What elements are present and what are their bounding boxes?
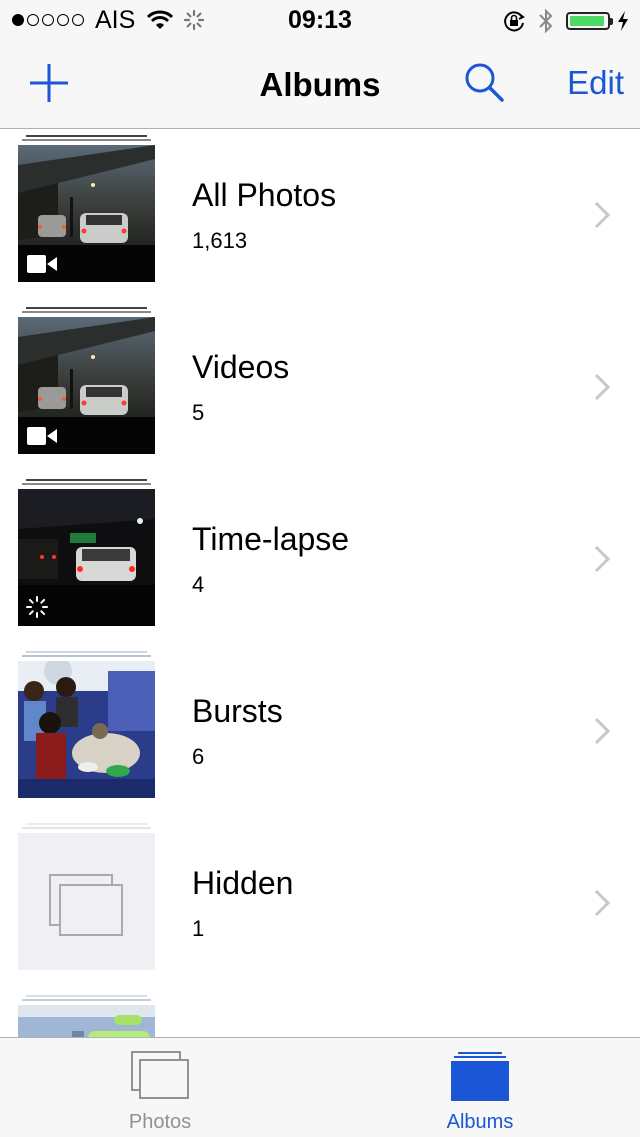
stack-edge bbox=[22, 139, 151, 141]
tab-label: Photos bbox=[128, 1111, 192, 1133]
stack-edge bbox=[22, 827, 151, 829]
time-lapse-icon bbox=[26, 596, 48, 618]
album-name: All Photos bbox=[192, 177, 337, 213]
chevron-right-icon bbox=[594, 717, 610, 745]
album-list: All Photos 1,613 Videos 5 Time-lapse 4 B… bbox=[0, 129, 640, 1037]
stack-edge bbox=[26, 307, 147, 309]
album-thumbnail-stack bbox=[18, 651, 155, 798]
album-row-bursts[interactable]: Bursts 6 bbox=[0, 645, 640, 817]
album-row-all-photos[interactable]: All Photos 1,613 bbox=[0, 129, 640, 301]
album-row-hidden[interactable]: Hidden 1 bbox=[0, 817, 640, 989]
charging-bolt-icon bbox=[618, 11, 628, 31]
album-row-time-lapse[interactable]: Time-lapse 4 bbox=[0, 473, 640, 645]
album-row-partial[interactable] bbox=[0, 989, 640, 1037]
album-count: 1,613 bbox=[192, 228, 248, 253]
chevron-right-icon bbox=[594, 545, 610, 573]
tab-albums[interactable]: Albums bbox=[320, 1038, 640, 1137]
albums-tab-icon bbox=[451, 1052, 509, 1101]
album-thumbnail-stack bbox=[18, 823, 155, 970]
battery-level bbox=[570, 16, 605, 26]
search-icon bbox=[465, 63, 504, 102]
album-thumbnail-stack bbox=[18, 995, 155, 1037]
stack-edge bbox=[26, 823, 147, 825]
stack-edge bbox=[26, 135, 147, 137]
stack-edge bbox=[22, 655, 151, 657]
album-count: 6 bbox=[192, 744, 205, 769]
stack-edge bbox=[22, 483, 151, 485]
album-name: Videos bbox=[192, 349, 290, 385]
album-name: Time-lapse bbox=[192, 521, 350, 557]
page-title: Albums bbox=[259, 66, 381, 103]
stack-edge bbox=[26, 651, 147, 653]
tab-bar: Photos Albums bbox=[0, 1037, 640, 1137]
video-camera-icon bbox=[27, 427, 57, 445]
edit-button[interactable]: Edit bbox=[567, 64, 624, 102]
album-thumbnail-stack bbox=[18, 479, 155, 626]
stack-edge bbox=[22, 311, 151, 313]
album-row-videos[interactable]: Videos 5 bbox=[0, 301, 640, 473]
rotation-lock-icon bbox=[504, 11, 525, 32]
stack-edge bbox=[26, 479, 147, 481]
album-count: 5 bbox=[192, 400, 205, 425]
video-camera-icon bbox=[27, 255, 57, 273]
chevron-right-icon bbox=[594, 201, 610, 229]
navigation-bar: Albums Edit bbox=[0, 40, 640, 129]
stack-edge bbox=[26, 995, 147, 997]
battery-tip bbox=[610, 18, 613, 25]
chevron-right-icon bbox=[594, 373, 610, 401]
album-name: Hidden bbox=[192, 865, 294, 901]
photos-tab-icon bbox=[131, 1051, 189, 1099]
album-thumbnail bbox=[18, 661, 155, 798]
status-right bbox=[502, 7, 630, 35]
chevron-right-icon bbox=[594, 889, 610, 917]
album-thumbnail-stack bbox=[18, 135, 155, 282]
tab-label: Albums bbox=[446, 1111, 514, 1133]
battery-icon bbox=[566, 12, 613, 30]
search-button[interactable] bbox=[462, 60, 508, 106]
tab-photos[interactable]: Photos bbox=[0, 1038, 320, 1137]
album-name: Bursts bbox=[192, 693, 283, 729]
album-thumbnail-stack bbox=[18, 307, 155, 454]
album-count: 1 bbox=[192, 916, 205, 941]
stack-edge bbox=[22, 999, 151, 1001]
album-thumbnail bbox=[18, 1005, 155, 1037]
status-bar: AIS 09:13 bbox=[0, 0, 640, 40]
album-count: 4 bbox=[192, 572, 205, 597]
bluetooth-icon bbox=[539, 8, 553, 34]
empty-album-placeholder bbox=[18, 833, 155, 970]
